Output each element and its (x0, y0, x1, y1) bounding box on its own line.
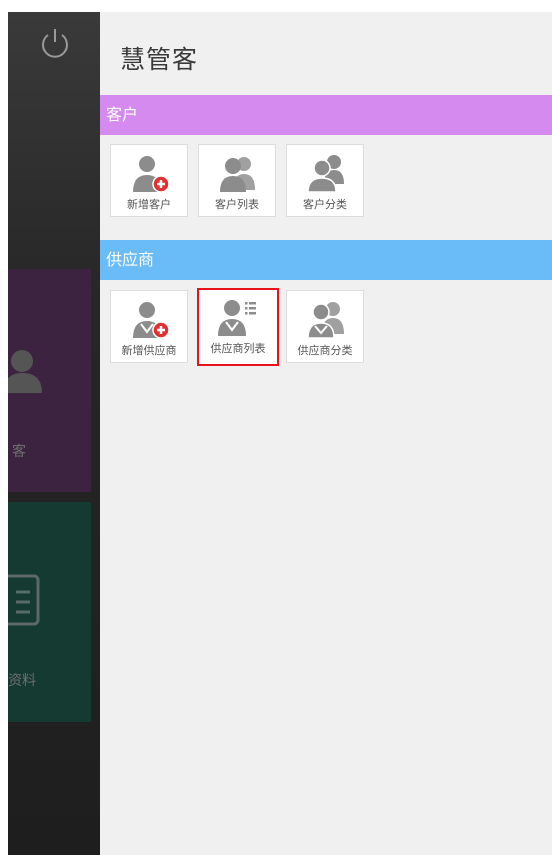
section-header-supplier: 供应商 (100, 240, 552, 280)
supplier-list-icon (218, 300, 256, 336)
supplier-category-button[interactable]: 供应商分类 (286, 290, 364, 363)
add-customer-button[interactable]: 新增客户 (110, 144, 188, 217)
add-supplier-button[interactable]: 新增供应商 (110, 290, 188, 363)
add-supplier-icon (133, 302, 170, 339)
supplier-category-icon (307, 302, 344, 339)
page-title: 慧管客 (120, 45, 199, 74)
power-icon[interactable] (38, 26, 72, 60)
customer-category-button[interactable]: 客户分类 (286, 144, 364, 217)
tile-label: 供应商列表 (210, 342, 266, 355)
side-tile-customer-label: 客 (12, 444, 26, 460)
header: 慧管客 (100, 12, 552, 94)
side-tile-data[interactable]: 资料 (8, 502, 91, 722)
person-icon (8, 347, 48, 399)
app-frame: 客 资料 慧管客 客户 新增客户 客户列表 客户分类 供应商 新增供应商 供应商… (8, 12, 552, 855)
supplier-list-button[interactable]: 供应商列表 (197, 288, 279, 366)
tile-label: 客户列表 (215, 198, 259, 211)
section-header-customer: 客户 (100, 95, 552, 135)
book-icon (8, 572, 42, 632)
tile-label: 新增供应商 (121, 344, 177, 357)
side-menu: 客 资料 (8, 12, 100, 855)
add-customer-icon (133, 156, 170, 193)
customer-list-button[interactable]: 客户列表 (198, 144, 276, 217)
tile-label: 新增客户 (127, 198, 171, 211)
customer-category-icon (307, 155, 344, 193)
side-tile-data-label: 资料 (8, 673, 36, 689)
customer-list-icon (220, 157, 255, 192)
side-tile-customer[interactable]: 客 (8, 269, 91, 492)
tile-label: 客户分类 (303, 198, 347, 211)
main-panel: 慧管客 客户 新增客户 客户列表 客户分类 供应商 新增供应商 供应商列表 供应… (100, 12, 552, 855)
tile-label: 供应商分类 (297, 344, 353, 357)
